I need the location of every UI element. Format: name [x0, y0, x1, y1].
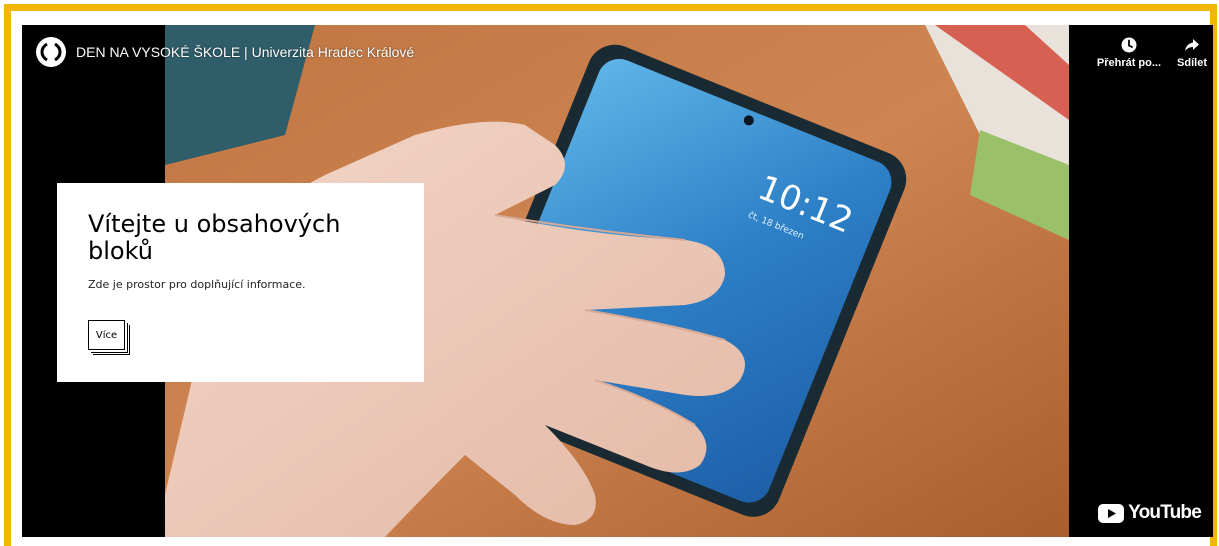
clock-icon — [1121, 37, 1137, 53]
watch-later-label: Přehrát po... — [1096, 57, 1162, 69]
share-button[interactable]: Sdílet — [1177, 37, 1207, 69]
content-block-card: Vítejte u obsahových bloků Zde je prosto… — [57, 183, 424, 382]
player-top-actions: Přehrát po... Sdílet — [1097, 37, 1207, 69]
share-arrow-icon — [1185, 39, 1200, 51]
card-description: Zde je prostor pro doplňující informace. — [88, 278, 306, 291]
card-heading: Vítejte u obsahových bloků — [88, 210, 341, 265]
university-logo-icon[interactable] — [36, 37, 66, 67]
youtube-logo[interactable]: YouTube — [1098, 502, 1202, 524]
youtube-wordmark: YouTube — [1128, 502, 1202, 523]
share-label: Sdílet — [1177, 57, 1207, 69]
video-title[interactable]: DEN NA VYSOKÉ ŠKOLE | Univerzita Hradec … — [76, 44, 414, 60]
video-title-bar: DEN NA VYSOKÉ ŠKOLE | Univerzita Hradec … — [36, 37, 414, 67]
youtube-play-icon — [1098, 503, 1125, 523]
watch-later-button[interactable]: Přehrát po... — [1097, 37, 1161, 69]
more-button[interactable]: Více — [88, 320, 125, 350]
